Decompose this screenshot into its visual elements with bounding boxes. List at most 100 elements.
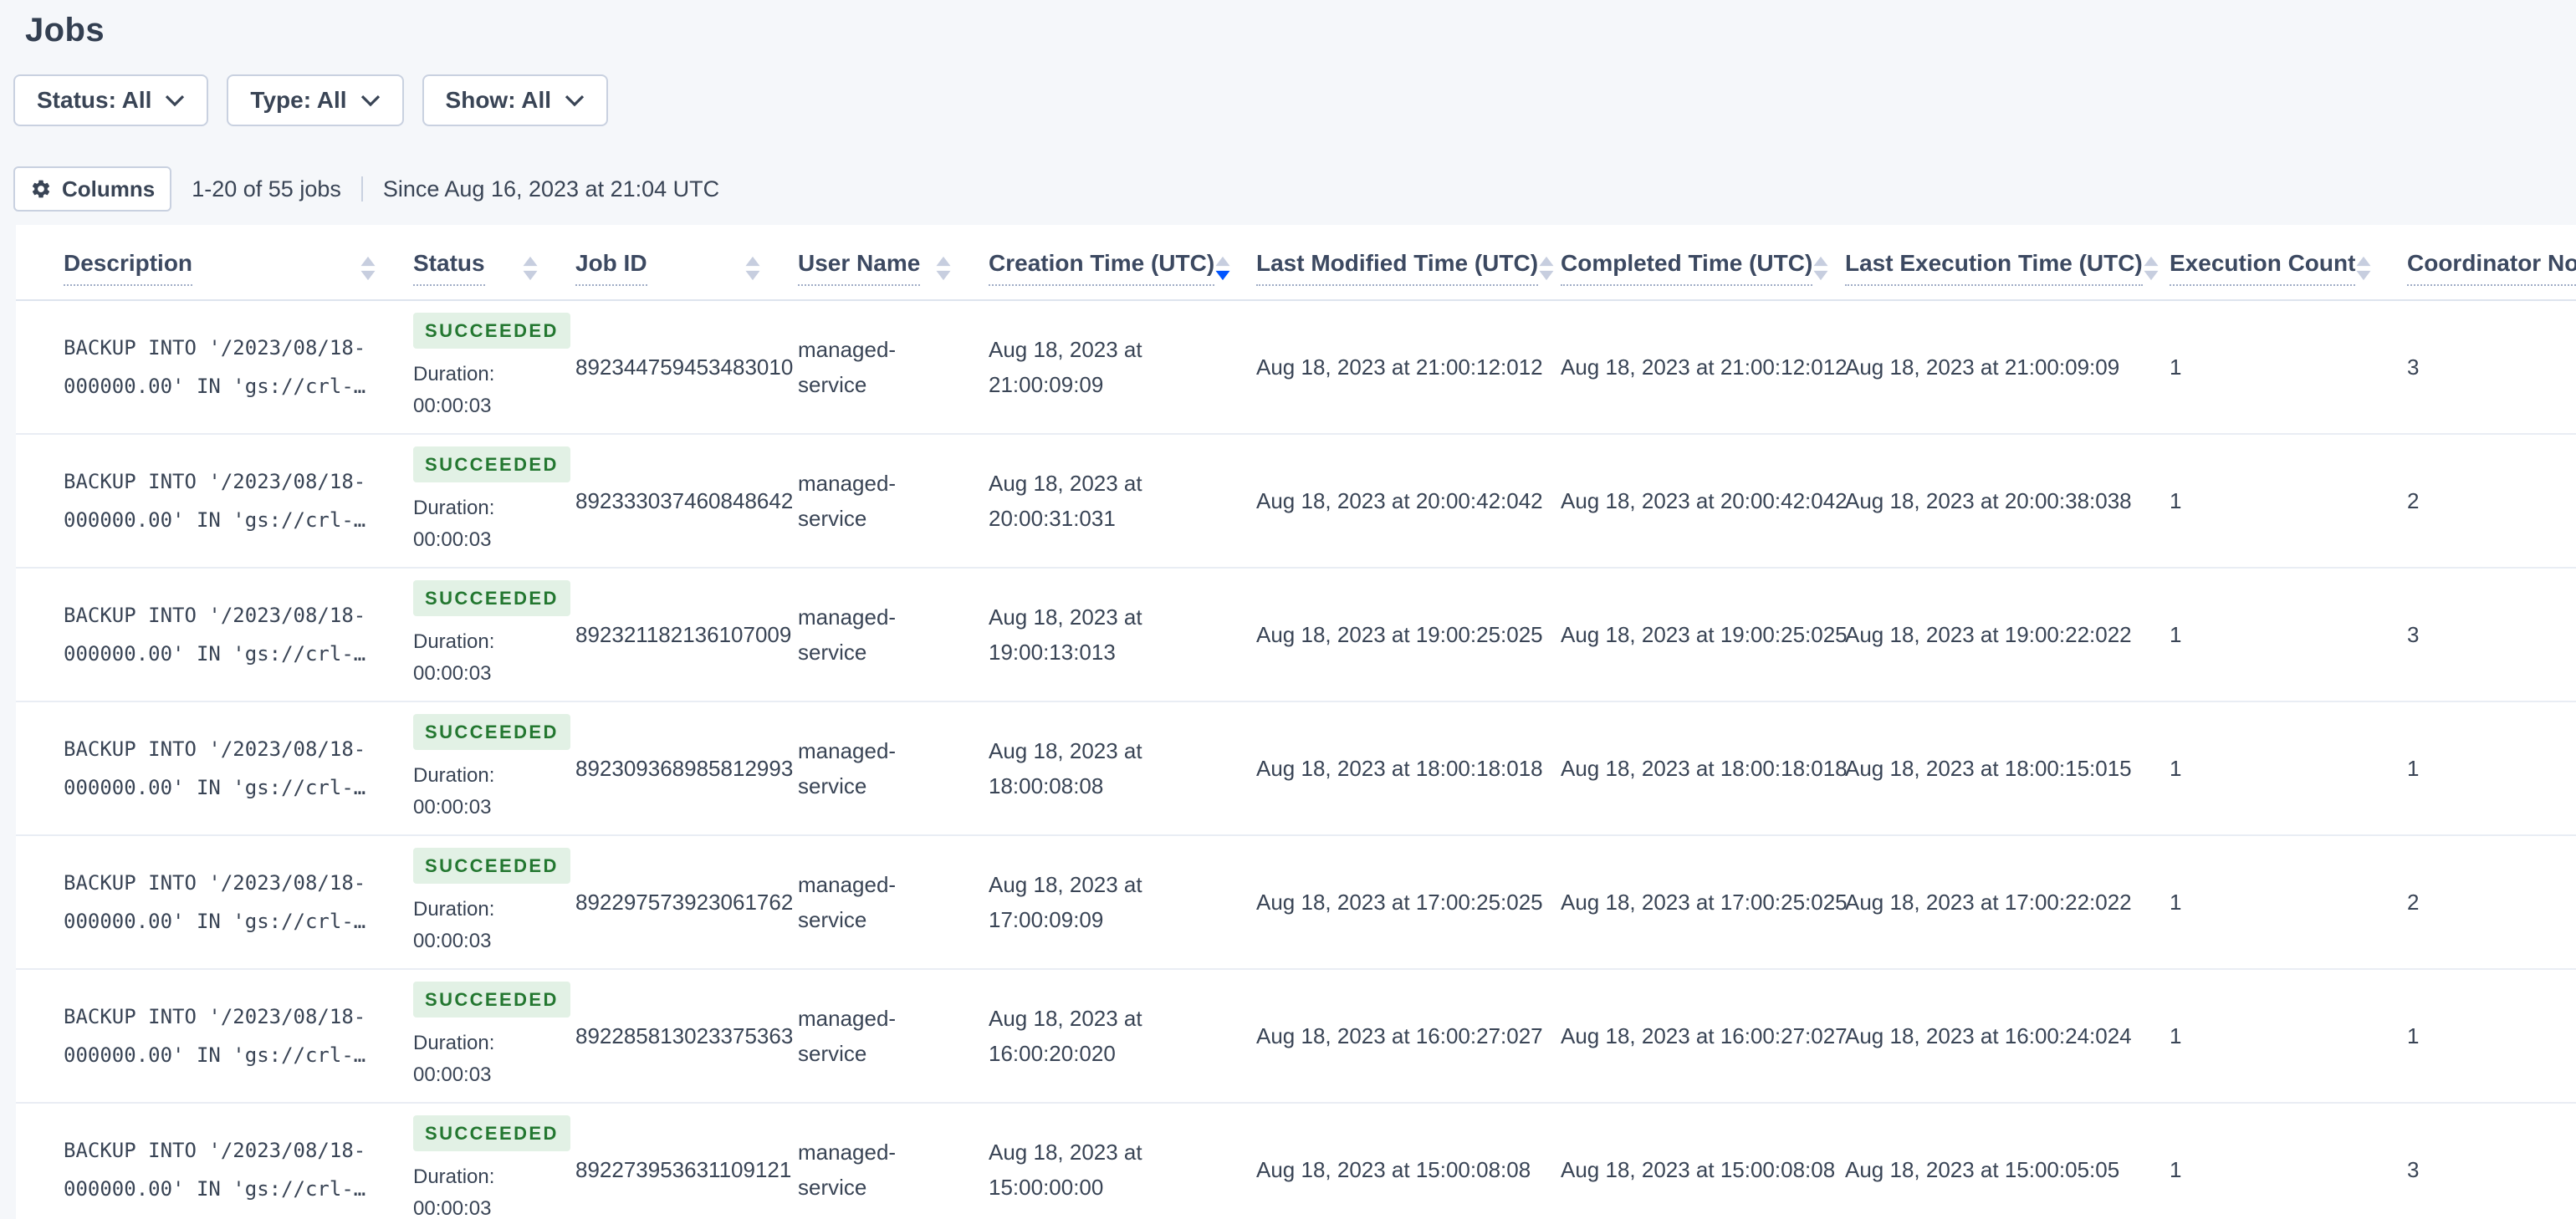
duration-label: Duration: [413, 630, 495, 653]
status-filter-label: Status: All [37, 87, 152, 113]
creation-time: Aug 18, 2023 at 16:00:20:020 [985, 969, 1253, 1104]
last-execution-time: Aug 18, 2023 at 21:00:09:09 [1842, 300, 2166, 435]
jobs-table-card: Description Status Job ID User Name Crea… [16, 225, 2576, 1219]
coordinator-node: 3 [2404, 1103, 2576, 1219]
column-header-execution-count[interactable]: Execution Count [2166, 225, 2404, 301]
job-description: BACKUP INTO '/2023/08/18-000000.00' IN '… [16, 1103, 410, 1219]
job-description: BACKUP INTO '/2023/08/18-000000.00' IN '… [16, 969, 410, 1104]
column-header-status[interactable]: Status [410, 225, 572, 301]
status-badge: SUCCEEDED [413, 981, 570, 1018]
column-header-user-name[interactable]: User Name [795, 225, 985, 301]
execution-count: 1 [2166, 701, 2404, 836]
since-timestamp: Since Aug 16, 2023 at 21:04 UTC [382, 176, 720, 201]
coordinator-node: 2 [2404, 835, 2576, 970]
user-name: managed-service [795, 701, 985, 836]
sort-arrows-icon [1538, 254, 1555, 283]
page-title: Jobs [25, 12, 105, 48]
type-filter-label: Type: All [250, 87, 347, 113]
duration-label: Duration: [413, 763, 495, 787]
status-badge: SUCCEEDED [413, 446, 570, 482]
job-description: BACKUP INTO '/2023/08/18-000000.00' IN '… [16, 568, 410, 702]
last-modified-time: Aug 18, 2023 at 18:00:18:018 [1253, 701, 1557, 836]
status-badge: SUCCEEDED [413, 579, 570, 616]
sort-arrows-icon [522, 254, 539, 283]
sort-arrows-icon [360, 254, 376, 283]
sort-arrows-icon [744, 254, 761, 283]
completed-time: Aug 18, 2023 at 20:00:42:042 [1557, 434, 1848, 569]
status-filter-dropdown[interactable]: Status: All [13, 74, 209, 126]
column-header-description[interactable]: Description [16, 225, 410, 301]
results-count: 1-20 of 55 jobs [192, 176, 341, 201]
creation-time: Aug 18, 2023 at 20:00:31:031 [985, 434, 1253, 569]
last-modified-time: Aug 18, 2023 at 17:00:25:025 [1253, 835, 1557, 970]
duration-label: Duration: [413, 496, 495, 519]
job-id: 892333037460848642 [572, 434, 795, 569]
status-badge: SUCCEEDED [413, 847, 570, 884]
table-row: BACKUP INTO '/2023/08/18-000000.00' IN '… [16, 300, 2576, 435]
creation-time: Aug 18, 2023 at 21:00:09:09 [985, 300, 1253, 435]
chevron-down-icon [565, 94, 585, 107]
job-description: BACKUP INTO '/2023/08/18-000000.00' IN '… [16, 835, 410, 970]
sort-arrows-icon [935, 254, 952, 283]
table-row: BACKUP INTO '/2023/08/18-000000.00' IN '… [16, 701, 2576, 836]
coordinator-node: 3 [2404, 300, 2576, 435]
column-header-coordinator-node[interactable]: Coordinator Node [2404, 225, 2576, 301]
coordinator-node: 1 [2404, 701, 2576, 836]
execution-count: 1 [2166, 300, 2404, 435]
duration-value: 00:00:03 [413, 795, 492, 819]
column-header-completed-time[interactable]: Completed Time (UTC) [1557, 225, 1842, 301]
type-filter-dropdown[interactable]: Type: All [227, 74, 404, 126]
divider [360, 176, 363, 201]
table-row: BACKUP INTO '/2023/08/18-000000.00' IN '… [16, 969, 2576, 1104]
completed-time: Aug 18, 2023 at 21:00:12:012 [1557, 300, 1848, 435]
last-execution-time: Aug 18, 2023 at 17:00:22:022 [1842, 835, 2166, 970]
duration-value: 00:00:03 [413, 394, 492, 417]
duration-value: 00:00:03 [413, 929, 492, 952]
user-name: managed-service [795, 568, 985, 702]
creation-time: Aug 18, 2023 at 15:00:00:00 [985, 1103, 1253, 1219]
chevron-down-icon [165, 94, 185, 107]
status-badge: SUCCEEDED [413, 1114, 570, 1151]
execution-count: 1 [2166, 835, 2404, 970]
duration-value: 00:00:03 [413, 1063, 492, 1086]
table-header-row: Description Status Job ID User Name Crea… [16, 225, 2576, 301]
job-id: 892273953631109121 [572, 1103, 795, 1219]
user-name: managed-service [795, 1103, 985, 1219]
last-execution-time: Aug 18, 2023 at 19:00:22:022 [1842, 568, 2166, 702]
jobs-table: Description Status Job ID User Name Crea… [16, 225, 2576, 1219]
coordinator-node: 2 [2404, 434, 2576, 569]
job-id: 892344759453483010 [572, 300, 795, 435]
table-row: BACKUP INTO '/2023/08/18-000000.00' IN '… [16, 1103, 2576, 1219]
job-description: BACKUP INTO '/2023/08/18-000000.00' IN '… [16, 701, 410, 836]
columns-button[interactable]: Columns [13, 166, 172, 212]
column-header-last-execution-time[interactable]: Last Execution Time (UTC) [1842, 225, 2166, 301]
last-modified-time: Aug 18, 2023 at 21:00:12:012 [1253, 300, 1557, 435]
chevron-down-icon [360, 94, 381, 107]
user-name: managed-service [795, 969, 985, 1104]
last-execution-time: Aug 18, 2023 at 16:00:24:024 [1842, 969, 2166, 1104]
last-modified-time: Aug 18, 2023 at 20:00:42:042 [1253, 434, 1557, 569]
job-id: 892321182136107009 [572, 568, 795, 702]
coordinator-node: 1 [2404, 969, 2576, 1104]
sort-arrows-icon [1214, 254, 1231, 283]
show-filter-dropdown[interactable]: Show: All [422, 74, 609, 126]
completed-time: Aug 18, 2023 at 17:00:25:025 [1557, 835, 1848, 970]
column-header-job-id[interactable]: Job ID [572, 225, 795, 301]
column-header-last-modified-time[interactable]: Last Modified Time (UTC) [1253, 225, 1557, 301]
duration-label: Duration: [413, 1031, 495, 1054]
show-filter-label: Show: All [445, 87, 552, 113]
last-execution-time: Aug 18, 2023 at 15:00:05:05 [1842, 1103, 2166, 1219]
duration-label: Duration: [413, 362, 495, 385]
execution-count: 1 [2166, 434, 2404, 569]
creation-time: Aug 18, 2023 at 19:00:13:013 [985, 568, 1253, 702]
table-row: BACKUP INTO '/2023/08/18-000000.00' IN '… [16, 568, 2576, 702]
job-id: 892309368985812993 [572, 701, 795, 836]
gear-icon [30, 178, 52, 200]
execution-count: 1 [2166, 568, 2404, 702]
last-execution-time: Aug 18, 2023 at 18:00:15:015 [1842, 701, 2166, 836]
column-header-creation-time[interactable]: Creation Time (UTC) [985, 225, 1253, 301]
table-row: BACKUP INTO '/2023/08/18-000000.00' IN '… [16, 434, 2576, 569]
execution-count: 1 [2166, 1103, 2404, 1219]
coordinator-node: 3 [2404, 568, 2576, 702]
duration-value: 00:00:03 [413, 1196, 492, 1219]
